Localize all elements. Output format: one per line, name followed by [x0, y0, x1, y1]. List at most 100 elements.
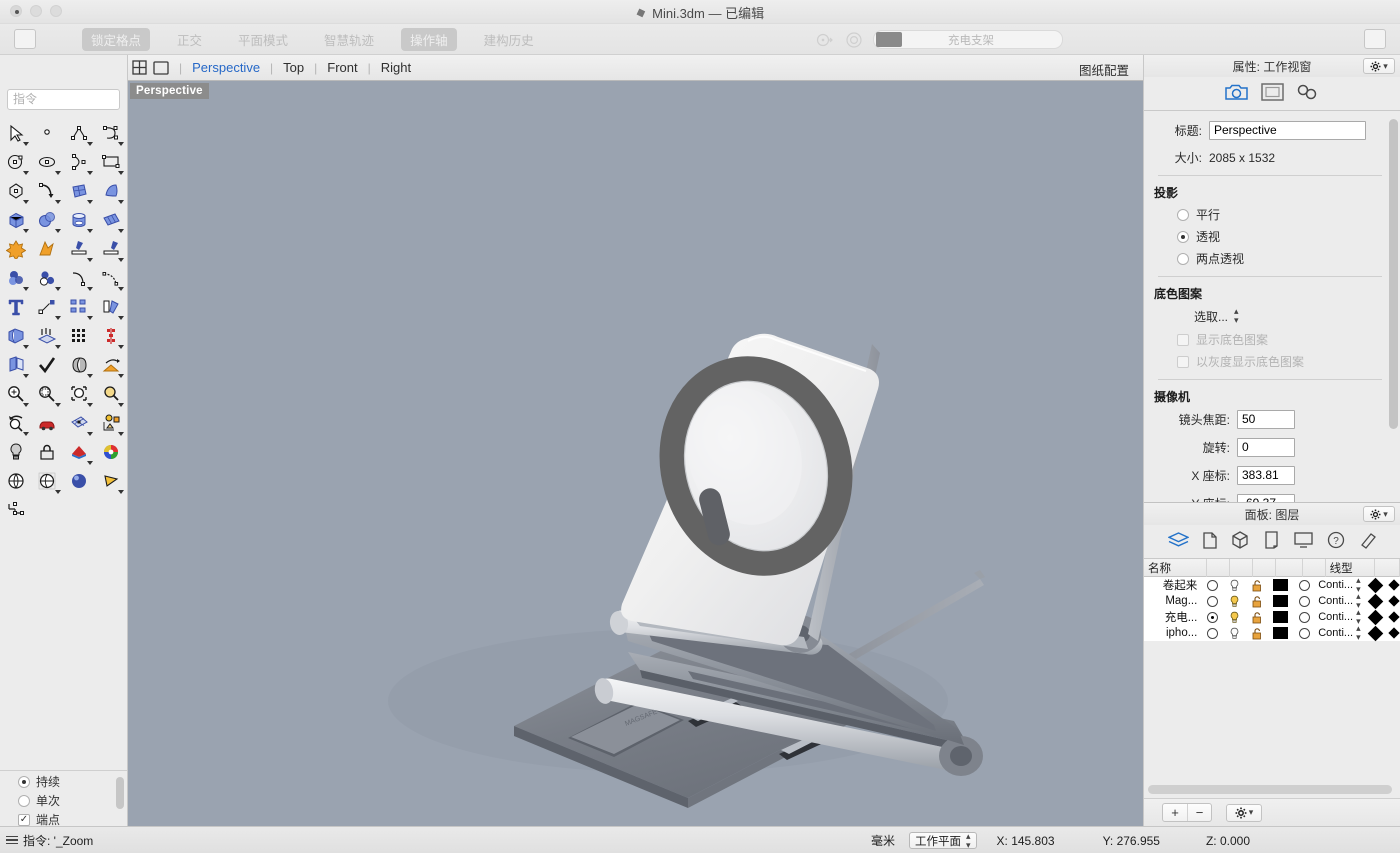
wallpaper-gray-row[interactable]: 以灰度显示底色图案 — [1177, 353, 1386, 370]
light-bulb-icon[interactable] — [0, 437, 31, 466]
flyout-arrow-icon[interactable] — [87, 374, 93, 378]
layer-current-toggle[interactable] — [1201, 628, 1223, 639]
layer-name[interactable]: ipho... — [1144, 627, 1201, 639]
viewport-icon[interactable] — [1261, 83, 1284, 104]
four-view-icon[interactable] — [128, 55, 150, 81]
flyout-arrow-icon[interactable] — [87, 258, 93, 262]
undo-view-icon[interactable] — [0, 408, 31, 437]
zoom-selected-icon[interactable] — [95, 379, 126, 408]
box-solid-icon[interactable] — [0, 205, 31, 234]
layer-name[interactable]: 卷起来 — [1144, 577, 1201, 593]
render-sphere-icon[interactable] — [64, 466, 95, 495]
flyout-arrow-icon[interactable] — [118, 316, 124, 320]
fillet-surface-icon[interactable] — [95, 263, 126, 292]
layer-material-swatch[interactable] — [1293, 612, 1315, 623]
flyout-arrow-icon[interactable] — [87, 403, 93, 407]
flyout-arrow-icon[interactable] — [55, 287, 61, 291]
layer-current-toggle[interactable] — [1201, 612, 1223, 623]
layers-options-button[interactable]: ▾ — [1226, 804, 1262, 822]
layer-material-swatch[interactable] — [1293, 596, 1315, 607]
mirror-array-icon[interactable] — [95, 321, 126, 350]
lock-icon[interactable] — [32, 437, 63, 466]
boolean-split-icon[interactable] — [32, 234, 63, 263]
layers-column-print-color[interactable] — [1375, 559, 1400, 577]
extend-icon[interactable] — [95, 234, 126, 263]
flyout-arrow-icon[interactable] — [118, 432, 124, 436]
surface-sweep-icon[interactable] — [95, 176, 126, 205]
display-icon[interactable] — [1294, 532, 1313, 552]
toolbar-button-smarttrack[interactable]: 智慧轨迹 — [315, 28, 383, 51]
select-arrow-icon[interactable] — [0, 118, 31, 147]
toolbar-button-grid-snap[interactable]: 锁定格点 — [82, 28, 150, 51]
grid-array-icon[interactable] — [64, 321, 95, 350]
radio-perspective[interactable] — [1177, 231, 1189, 243]
layer-current-toggle[interactable] — [1201, 596, 1223, 607]
layout-config-button[interactable]: 图纸配置 — [1079, 60, 1129, 79]
flyout-arrow-icon[interactable] — [23, 229, 29, 233]
point-icon[interactable] — [32, 118, 63, 147]
flyout-arrow-icon[interactable] — [118, 374, 124, 378]
explode-icon[interactable] — [0, 234, 31, 263]
flyout-arrow-icon[interactable] — [55, 171, 61, 175]
ellipse-icon[interactable] — [32, 147, 63, 176]
polygon-icon[interactable] — [0, 176, 31, 205]
text-tool-icon[interactable] — [0, 292, 31, 321]
toolbar-button-planar[interactable]: 平面模式 — [229, 28, 297, 51]
flyout-arrow-icon[interactable] — [87, 171, 93, 175]
projection-option-two-point[interactable]: 两点透视 — [1177, 250, 1386, 267]
current-layer-combo[interactable]: 充电支架 — [873, 30, 1063, 49]
zoom-window-icon[interactable] — [32, 379, 63, 408]
properties-gear-button[interactable]: ▾ — [1363, 58, 1395, 74]
layers-column-material[interactable] — [1303, 559, 1326, 577]
radio-single[interactable] — [18, 795, 30, 807]
scroll-icon[interactable] — [1263, 531, 1280, 552]
current-layer-radio[interactable] — [1207, 580, 1218, 591]
right-panel-toggle-icon[interactable] — [1364, 29, 1386, 49]
checkbox-gray-wallpaper[interactable] — [1177, 356, 1189, 368]
layers-column-color[interactable] — [1276, 559, 1303, 577]
layer-print-width[interactable] — [1387, 613, 1400, 621]
flyout-arrow-icon[interactable] — [55, 490, 61, 494]
layer-visibility-toggle[interactable] — [1223, 627, 1245, 640]
flyout-arrow-icon[interactable] — [118, 287, 124, 291]
layer-linetype[interactable]: Conti...▴▾ — [1315, 624, 1363, 642]
sphere-boolean-icon[interactable] — [32, 205, 63, 234]
flyout-arrow-icon[interactable] — [87, 200, 93, 204]
flyout-arrow-icon[interactable] — [55, 229, 61, 233]
toolbar-button-ortho[interactable]: 正交 — [168, 28, 211, 51]
status-menu-icon[interactable] — [6, 836, 18, 845]
layer-visibility-toggle[interactable] — [1223, 595, 1245, 608]
layer-current-toggle[interactable] — [1201, 580, 1223, 591]
remove-layer-button[interactable]: − — [1187, 804, 1211, 821]
page-icon[interactable] — [1203, 532, 1217, 552]
cube-icon[interactable] — [1231, 531, 1249, 552]
flyout-arrow-icon[interactable] — [55, 200, 61, 204]
surface-grid-icon[interactable] — [95, 205, 126, 234]
help-icon[interactable]: ? — [1327, 531, 1345, 552]
zoom-extents-icon[interactable] — [64, 379, 95, 408]
layer-row[interactable]: 充电...Conti...▴▾ — [1144, 609, 1400, 625]
surface-patch-icon[interactable] — [64, 176, 95, 205]
render-color-icon[interactable] — [64, 437, 95, 466]
rotation-input[interactable]: 0 — [1237, 438, 1295, 457]
layer-name[interactable]: Mag... — [1144, 595, 1201, 607]
command-search-input[interactable]: 指令 — [7, 89, 120, 110]
layers-icon[interactable] — [1168, 532, 1189, 552]
toolbar-button-history[interactable]: 建构历史 — [475, 28, 543, 51]
shade-sphere-icon[interactable] — [0, 466, 31, 495]
lens-length-input[interactable]: 50 — [1237, 410, 1295, 429]
projection-option-perspective[interactable]: 透视 — [1177, 228, 1386, 245]
curve-blend-icon[interactable] — [32, 176, 63, 205]
flyout-arrow-icon[interactable] — [55, 316, 61, 320]
flyout-arrow-icon[interactable] — [23, 287, 29, 291]
layers-column-current[interactable] — [1207, 559, 1230, 577]
flyout-arrow-icon[interactable] — [23, 171, 29, 175]
named-view-car-icon[interactable] — [32, 408, 63, 437]
layer-name[interactable]: 充电... — [1144, 609, 1201, 625]
sidebar-toggle-icon[interactable] — [14, 29, 36, 49]
drape-icon[interactable] — [95, 350, 126, 379]
layer-lock-toggle[interactable] — [1245, 579, 1267, 592]
perspective-viewport[interactable]: Perspective — [128, 81, 1143, 826]
layer-lock-toggle[interactable] — [1245, 627, 1267, 640]
flyout-arrow-icon[interactable] — [87, 316, 93, 320]
